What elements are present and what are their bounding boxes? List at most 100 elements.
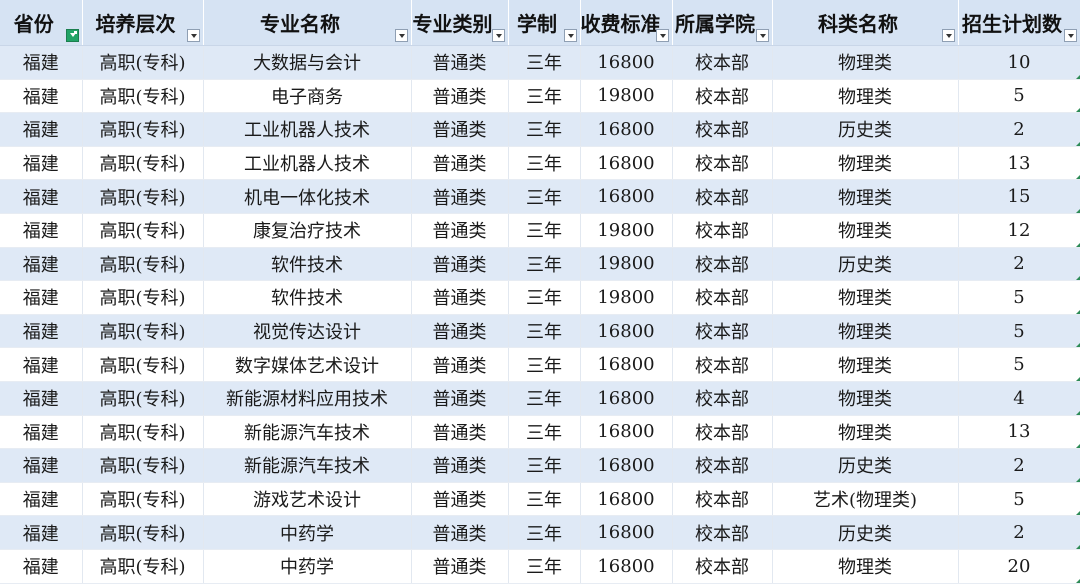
cell-duration[interactable]: 三年 [508, 347, 581, 382]
cell-quota[interactable]: 20 [958, 549, 1080, 584]
filter-dropdown-icon[interactable] [563, 29, 577, 42]
cell-duration[interactable]: 三年 [508, 179, 581, 214]
cell-duration[interactable]: 三年 [508, 415, 581, 450]
cell-fee[interactable]: 16800 [580, 146, 673, 181]
cell-province[interactable]: 福建 [0, 549, 83, 584]
cell-level[interactable]: 高职(专科) [82, 448, 204, 483]
cell-subject[interactable]: 历史类 [772, 112, 959, 147]
cell-major[interactable]: 中药学 [203, 515, 412, 550]
column-header-level[interactable]: 培养层次 [82, 0, 204, 46]
cell-major[interactable]: 软件技术 [203, 247, 412, 282]
cell-college[interactable]: 校本部 [672, 549, 773, 584]
cell-fee[interactable]: 16800 [580, 45, 673, 80]
cell-duration[interactable]: 三年 [508, 146, 581, 181]
cell-major[interactable]: 中药学 [203, 549, 412, 584]
cell-quota[interactable]: 5 [958, 482, 1080, 517]
cell-college[interactable]: 校本部 [672, 347, 773, 382]
cell-subject[interactable]: 物理类 [772, 179, 959, 214]
cell-college[interactable]: 校本部 [672, 79, 773, 114]
cell-subject[interactable]: 艺术(物理类) [772, 482, 959, 517]
cell-subject[interactable]: 历史类 [772, 448, 959, 483]
cell-fee[interactable]: 16800 [580, 347, 673, 382]
cell-quota[interactable]: 13 [958, 146, 1080, 181]
filter-dropdown-icon[interactable] [491, 29, 505, 42]
cell-category[interactable]: 普通类 [411, 112, 509, 147]
cell-duration[interactable]: 三年 [508, 381, 581, 416]
cell-province[interactable]: 福建 [0, 448, 83, 483]
cell-quota[interactable]: 12 [958, 213, 1080, 248]
cell-major[interactable]: 游戏艺术设计 [203, 482, 412, 517]
column-header-college[interactable]: 所属学院 [672, 0, 773, 46]
cell-province[interactable]: 福建 [0, 280, 83, 315]
cell-college[interactable]: 校本部 [672, 415, 773, 450]
column-header-subject[interactable]: 科类名称 [772, 0, 959, 46]
cell-quota[interactable]: 2 [958, 247, 1080, 282]
cell-category[interactable]: 普通类 [411, 515, 509, 550]
filter-dropdown-icon[interactable] [755, 29, 769, 42]
cell-province[interactable]: 福建 [0, 79, 83, 114]
cell-quota[interactable]: 4 [958, 381, 1080, 416]
cell-level[interactable]: 高职(专科) [82, 45, 204, 80]
cell-category[interactable]: 普通类 [411, 381, 509, 416]
cell-duration[interactable]: 三年 [508, 247, 581, 282]
cell-major[interactable]: 工业机器人技术 [203, 112, 412, 147]
cell-duration[interactable]: 三年 [508, 314, 581, 349]
filter-dropdown-icon[interactable] [941, 29, 955, 42]
filter-dropdown-icon[interactable] [655, 29, 669, 42]
cell-category[interactable]: 普通类 [411, 79, 509, 114]
cell-college[interactable]: 校本部 [672, 280, 773, 315]
cell-quota[interactable]: 10 [958, 45, 1080, 80]
cell-subject[interactable]: 物理类 [772, 549, 959, 584]
cell-province[interactable]: 福建 [0, 515, 83, 550]
cell-college[interactable]: 校本部 [672, 448, 773, 483]
cell-level[interactable]: 高职(专科) [82, 415, 204, 450]
cell-level[interactable]: 高职(专科) [82, 79, 204, 114]
filter-dropdown-icon[interactable] [394, 29, 408, 42]
cell-category[interactable]: 普通类 [411, 146, 509, 181]
cell-category[interactable]: 普通类 [411, 213, 509, 248]
cell-college[interactable]: 校本部 [672, 247, 773, 282]
cell-level[interactable]: 高职(专科) [82, 381, 204, 416]
cell-duration[interactable]: 三年 [508, 112, 581, 147]
cell-college[interactable]: 校本部 [672, 515, 773, 550]
cell-quota[interactable]: 13 [958, 415, 1080, 450]
cell-college[interactable]: 校本部 [672, 314, 773, 349]
cell-level[interactable]: 高职(专科) [82, 482, 204, 517]
cell-fee[interactable]: 16800 [580, 112, 673, 147]
cell-fee[interactable]: 16800 [580, 482, 673, 517]
cell-province[interactable]: 福建 [0, 482, 83, 517]
cell-fee[interactable]: 16800 [580, 415, 673, 450]
cell-level[interactable]: 高职(专科) [82, 179, 204, 214]
cell-province[interactable]: 福建 [0, 45, 83, 80]
cell-fee[interactable]: 16800 [580, 549, 673, 584]
cell-college[interactable]: 校本部 [672, 45, 773, 80]
cell-province[interactable]: 福建 [0, 247, 83, 282]
cell-duration[interactable]: 三年 [508, 280, 581, 315]
cell-quota[interactable]: 5 [958, 314, 1080, 349]
cell-province[interactable]: 福建 [0, 314, 83, 349]
cell-province[interactable]: 福建 [0, 415, 83, 450]
cell-college[interactable]: 校本部 [672, 482, 773, 517]
cell-category[interactable]: 普通类 [411, 45, 509, 80]
cell-duration[interactable]: 三年 [508, 549, 581, 584]
filter-dropdown-icon[interactable] [186, 29, 200, 42]
cell-province[interactable]: 福建 [0, 381, 83, 416]
cell-fee[interactable]: 16800 [580, 448, 673, 483]
cell-duration[interactable]: 三年 [508, 482, 581, 517]
cell-major[interactable]: 工业机器人技术 [203, 146, 412, 181]
column-header-major[interactable]: 专业名称 [203, 0, 412, 46]
cell-fee[interactable]: 19800 [580, 280, 673, 315]
cell-quota[interactable]: 2 [958, 515, 1080, 550]
cell-duration[interactable]: 三年 [508, 45, 581, 80]
cell-fee[interactable]: 16800 [580, 515, 673, 550]
cell-fee[interactable]: 16800 [580, 314, 673, 349]
cell-province[interactable]: 福建 [0, 146, 83, 181]
cell-category[interactable]: 普通类 [411, 448, 509, 483]
cell-fee[interactable]: 19800 [580, 247, 673, 282]
cell-subject[interactable]: 物理类 [772, 347, 959, 382]
cell-level[interactable]: 高职(专科) [82, 549, 204, 584]
cell-fee[interactable]: 16800 [580, 381, 673, 416]
cell-level[interactable]: 高职(专科) [82, 247, 204, 282]
column-header-duration[interactable]: 学制 [508, 0, 581, 46]
cell-major[interactable]: 数字媒体艺术设计 [203, 347, 412, 382]
